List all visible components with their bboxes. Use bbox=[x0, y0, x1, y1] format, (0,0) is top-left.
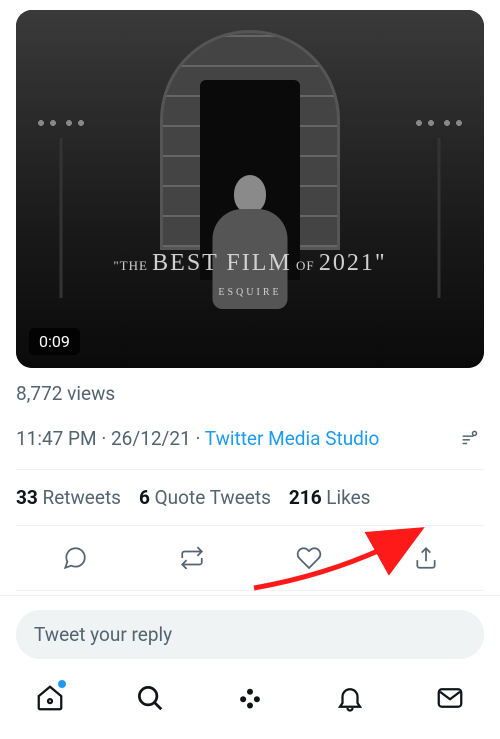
bottom-nav bbox=[0, 667, 500, 729]
video-quote-source: ESQUIRE bbox=[16, 287, 484, 298]
share-icon bbox=[413, 545, 439, 571]
reply-placeholder: Tweet your reply bbox=[34, 623, 172, 646]
video-player[interactable]: "THE BEST FILM OF 2021" ESQUIRE 0:09 bbox=[16, 10, 484, 368]
video-thumbnail: "THE BEST FILM OF 2021" ESQUIRE bbox=[16, 10, 484, 368]
tweet-stats: 33 Retweets 6 Quote Tweets 216 Likes bbox=[16, 470, 484, 525]
tweet-actions bbox=[16, 526, 484, 590]
like-button[interactable] bbox=[289, 538, 329, 578]
divider bbox=[16, 590, 484, 591]
tweet-source-link[interactable]: Twitter Media Studio bbox=[205, 427, 380, 450]
video-duration-badge: 0:09 bbox=[29, 328, 80, 355]
retweet-button[interactable] bbox=[172, 538, 212, 578]
retweets-stat[interactable]: 33 Retweets bbox=[16, 486, 121, 509]
video-quote-of: OF bbox=[296, 258, 315, 273]
tweet-date: 26/12/21 bbox=[111, 427, 191, 450]
nav-search[interactable] bbox=[135, 683, 165, 713]
nav-notifications[interactable] bbox=[335, 683, 365, 713]
analytics-icon[interactable] bbox=[454, 423, 484, 453]
share-button[interactable] bbox=[406, 538, 446, 578]
likes-stat[interactable]: 216 Likes bbox=[289, 486, 371, 509]
nav-home[interactable] bbox=[35, 683, 65, 713]
reply-button[interactable] bbox=[55, 538, 95, 578]
video-quote-main: BEST FILM bbox=[152, 250, 292, 276]
video-quote-prefix: "THE bbox=[113, 258, 148, 273]
heart-icon bbox=[296, 545, 322, 571]
retweet-icon bbox=[179, 545, 205, 571]
tweet-time: 11:47 PM bbox=[16, 427, 97, 450]
spaces-icon bbox=[235, 683, 265, 713]
search-icon bbox=[135, 683, 165, 713]
nav-spaces[interactable] bbox=[235, 683, 265, 713]
nav-messages[interactable] bbox=[435, 683, 465, 713]
video-quote-year: 2021" bbox=[319, 250, 387, 276]
mail-icon bbox=[435, 683, 465, 713]
view-count[interactable]: 8,772 views bbox=[16, 382, 484, 405]
timestamp[interactable]: 11:47 PM · 26/12/21 · Twitter Media Stud… bbox=[16, 427, 379, 450]
divider bbox=[0, 595, 500, 596]
quote-tweets-stat[interactable]: 6 Quote Tweets bbox=[139, 486, 271, 509]
reply-icon bbox=[62, 545, 88, 571]
reply-input[interactable]: Tweet your reply bbox=[16, 610, 484, 659]
notification-dot bbox=[58, 680, 66, 688]
bell-icon bbox=[335, 683, 365, 713]
